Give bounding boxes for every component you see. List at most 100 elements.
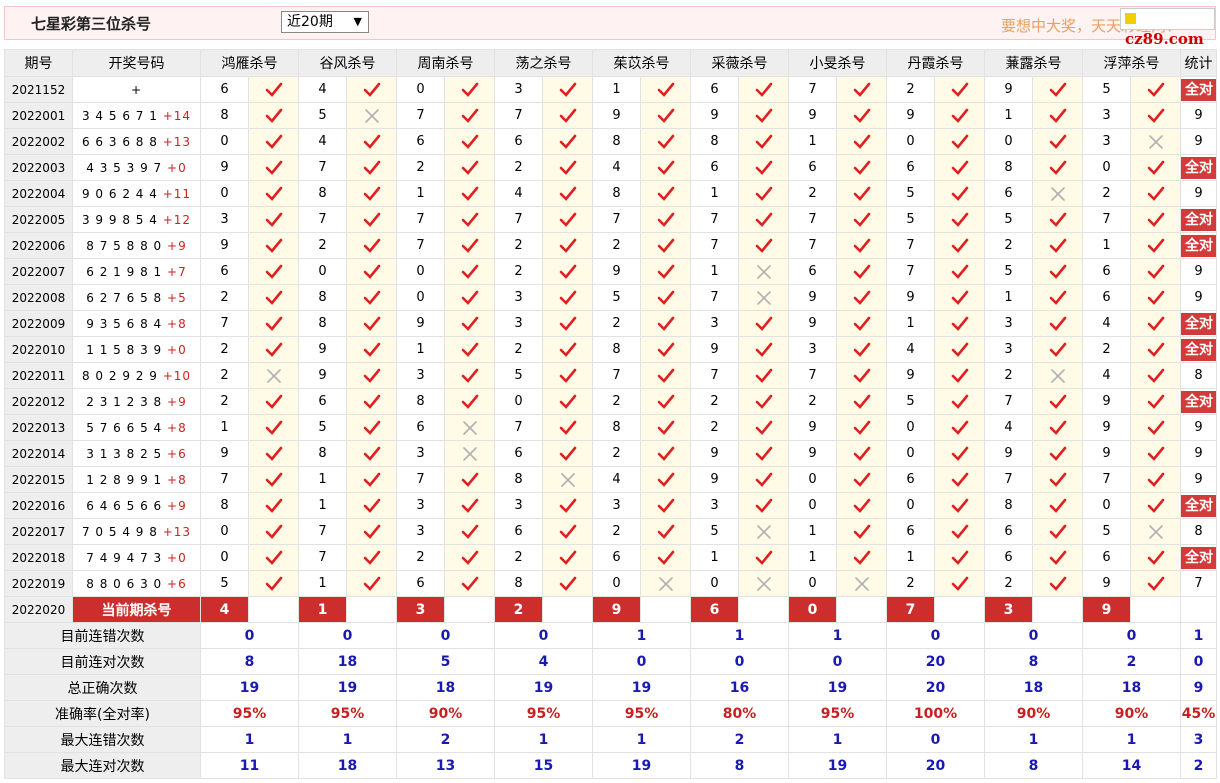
prediction-cell: 8 bbox=[592, 336, 641, 363]
summary-value: 19 bbox=[200, 674, 299, 701]
draw-numbers: 1 1 5 8 3 9 bbox=[86, 342, 163, 357]
result-cell bbox=[640, 310, 691, 337]
header-issue: 期号 bbox=[4, 49, 73, 77]
result-cell bbox=[248, 102, 299, 129]
prediction-cell: 2 bbox=[886, 76, 935, 103]
stat-count: 9 bbox=[1194, 472, 1203, 487]
prediction-cell: 5 bbox=[494, 362, 543, 389]
prediction-cell: 4 bbox=[1082, 310, 1131, 337]
draw-plus: + bbox=[167, 498, 179, 513]
result-cell bbox=[1130, 206, 1181, 233]
prediction-cell: 9 bbox=[690, 336, 739, 363]
result-cell bbox=[542, 336, 593, 363]
result-cell bbox=[934, 232, 985, 259]
prediction-cell: 9 bbox=[1082, 388, 1131, 415]
check-icon bbox=[265, 524, 282, 539]
prediction-cell: 9 bbox=[984, 440, 1033, 467]
result-cell bbox=[934, 544, 985, 571]
stat-cell: 9 bbox=[1180, 102, 1217, 129]
result-cell bbox=[542, 362, 593, 389]
check-icon bbox=[461, 576, 478, 591]
summary-value: 2 bbox=[1082, 648, 1181, 675]
all-right-badge: 全对 bbox=[1181, 312, 1216, 335]
check-icon bbox=[853, 186, 870, 201]
cross-icon bbox=[266, 368, 281, 383]
summary-value: 95% bbox=[298, 700, 397, 727]
cross-icon bbox=[462, 420, 477, 435]
stat-cell: 全对 bbox=[1180, 310, 1217, 337]
prediction-cell: 8 bbox=[298, 440, 347, 467]
dropdown-arrow-icon: ▼ bbox=[353, 15, 362, 28]
draw-extra: 8 bbox=[178, 472, 187, 487]
draw-extra: 0 bbox=[178, 160, 187, 175]
prediction-cell: 3 bbox=[494, 76, 543, 103]
check-icon bbox=[1147, 316, 1164, 331]
check-icon bbox=[461, 394, 478, 409]
header-expert: 采薇杀号 bbox=[690, 49, 789, 77]
draw-cell: + bbox=[72, 76, 201, 103]
prediction-cell: 4 bbox=[592, 154, 641, 181]
result-cell bbox=[1130, 492, 1181, 519]
prediction-cell: 3 bbox=[592, 492, 641, 519]
result-cell bbox=[836, 76, 887, 103]
result-cell bbox=[1032, 284, 1083, 311]
empty-cell bbox=[1180, 596, 1217, 623]
check-icon bbox=[265, 212, 282, 227]
prediction-cell: 3 bbox=[1082, 102, 1131, 129]
prediction-cell: 0 bbox=[396, 258, 445, 285]
prediction-cell: 2 bbox=[886, 570, 935, 597]
result-cell bbox=[248, 336, 299, 363]
result-cell bbox=[836, 258, 887, 285]
prediction-cell: 2 bbox=[592, 440, 641, 467]
summary-value: 0 bbox=[886, 622, 985, 649]
result-cell bbox=[1130, 440, 1181, 467]
site-logo[interactable]: cz89.com bbox=[1120, 8, 1215, 48]
prediction-cell: 4 bbox=[1082, 362, 1131, 389]
prediction-cell: 9 bbox=[690, 466, 739, 493]
check-icon bbox=[363, 186, 380, 201]
check-icon bbox=[951, 420, 968, 435]
result-cell bbox=[1130, 362, 1181, 389]
summary-value: 1 bbox=[1180, 622, 1217, 649]
prediction-cell: 7 bbox=[396, 232, 445, 259]
result-cell bbox=[640, 388, 691, 415]
check-icon bbox=[853, 446, 870, 461]
stat-cell: 全对 bbox=[1180, 76, 1217, 103]
check-icon bbox=[853, 368, 870, 383]
summary-value: 13 bbox=[396, 752, 495, 779]
result-cell bbox=[444, 388, 495, 415]
check-icon bbox=[1147, 342, 1164, 357]
prediction-cell: 9 bbox=[298, 336, 347, 363]
result-cell bbox=[738, 76, 789, 103]
prediction-cell: 7 bbox=[494, 102, 543, 129]
result-cell bbox=[346, 310, 397, 337]
result-cell bbox=[640, 102, 691, 129]
result-cell bbox=[640, 258, 691, 285]
result-cell bbox=[346, 336, 397, 363]
draw-cell: 6 2 7 6 5 8 +5 bbox=[72, 284, 201, 311]
table-row: 2022006 8 7 5 8 8 0 +9 9 2 7 2 2 7 7 7 2 1 全对 bbox=[4, 232, 1217, 259]
check-icon bbox=[559, 108, 576, 123]
check-icon bbox=[461, 498, 478, 513]
result-cell bbox=[444, 258, 495, 285]
result-cell bbox=[738, 544, 789, 571]
result-cell bbox=[346, 570, 397, 597]
check-icon bbox=[265, 290, 282, 305]
draw-plus: + bbox=[167, 576, 179, 591]
check-icon bbox=[1147, 290, 1164, 305]
check-icon bbox=[1049, 498, 1066, 513]
result-cell bbox=[248, 570, 299, 597]
check-icon bbox=[755, 446, 772, 461]
result-cell bbox=[444, 180, 495, 207]
draw-cell: 8 7 5 8 8 0 +9 bbox=[72, 232, 201, 259]
prediction-cell: 2 bbox=[592, 310, 641, 337]
result-cell bbox=[836, 102, 887, 129]
check-icon bbox=[363, 446, 380, 461]
draw-extra: 11 bbox=[173, 186, 192, 201]
table-row: 2022010 1 1 5 8 3 9 +0 2 9 1 2 8 9 3 4 3 2 全对 bbox=[4, 336, 1217, 363]
summary-row: 目前连对次数 8 18 5 4 0 0 0 20 8 2 0 bbox=[4, 648, 1217, 675]
check-icon bbox=[559, 134, 576, 149]
check-icon bbox=[559, 498, 576, 513]
period-select[interactable]: 近20期 ▼ bbox=[281, 11, 369, 33]
check-icon bbox=[363, 550, 380, 565]
